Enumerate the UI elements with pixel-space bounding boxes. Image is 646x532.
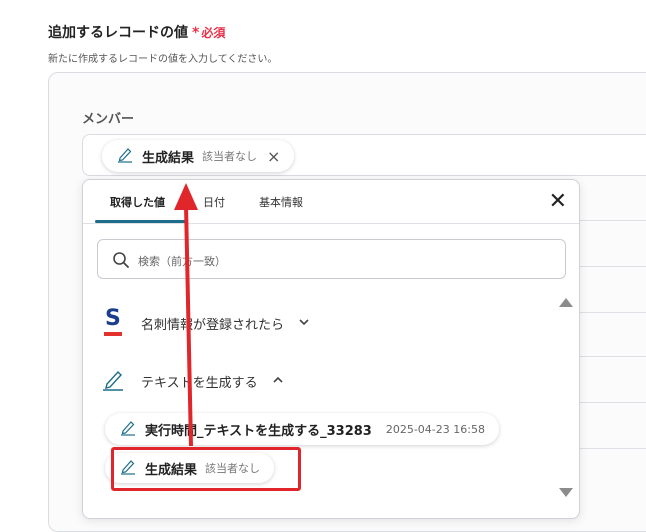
group-generate-text[interactable]: テキストを生成する bbox=[101, 366, 284, 396]
section-description: 新たに作成するレコードの値を入力してください。 bbox=[48, 54, 278, 65]
pen-icon bbox=[119, 418, 137, 440]
form-row-divider bbox=[580, 266, 646, 267]
required-star: * bbox=[192, 25, 200, 41]
tab-acquired-values[interactable]: 取得した値 bbox=[110, 194, 165, 210]
search-input[interactable]: 検索（前方一致） bbox=[97, 239, 566, 279]
close-icon[interactable]: ✕ bbox=[549, 191, 567, 213]
annotation-highlight-box bbox=[111, 447, 301, 491]
popup-scrollbar[interactable] bbox=[557, 298, 575, 498]
section-title-text: 追加するレコードの値 bbox=[48, 25, 188, 41]
popup-tabs: 取得した値 日付 基本情報 ✕ bbox=[83, 180, 579, 224]
active-tab-indicator bbox=[95, 220, 187, 223]
pen-icon bbox=[116, 145, 134, 167]
group-card-registered[interactable]: S 名刺情報が登録されたら bbox=[101, 306, 310, 337]
value-item-run-time[interactable]: 実行時間_テキストを生成する_33283 2025-04-23 16:58 bbox=[105, 413, 499, 445]
form-row-divider bbox=[580, 448, 646, 449]
section-title: 追加するレコードの値 * 必須 bbox=[48, 22, 225, 42]
value-item-label: 実行時間_テキストを生成する_33283 bbox=[145, 423, 372, 439]
tab-basic-info[interactable]: 基本情報 bbox=[259, 194, 303, 210]
chevron-up-icon bbox=[272, 374, 284, 389]
required-label: 必須 bbox=[201, 26, 226, 40]
scroll-down-icon[interactable] bbox=[559, 488, 573, 497]
member-field-label: メンバー bbox=[82, 112, 135, 127]
pen-icon bbox=[101, 366, 127, 396]
group-label: テキストを生成する bbox=[141, 375, 258, 391]
sansan-logo-icon: S bbox=[101, 306, 127, 337]
form-row-divider bbox=[580, 356, 646, 357]
form-row-divider bbox=[580, 402, 646, 403]
member-chip-label: 生成結果 bbox=[142, 150, 195, 166]
remove-chip-icon[interactable]: × bbox=[267, 147, 280, 166]
scroll-up-icon[interactable] bbox=[559, 298, 573, 307]
search-icon bbox=[112, 251, 130, 273]
form-row-divider bbox=[580, 312, 646, 313]
group-label: 名刺情報が登録されたら bbox=[141, 317, 285, 333]
member-value-chip[interactable]: 生成結果 該当者なし × bbox=[102, 140, 295, 172]
form-row-divider bbox=[580, 220, 646, 221]
chevron-down-icon bbox=[298, 316, 310, 331]
member-chip-status: 該当者なし bbox=[202, 150, 258, 163]
background-form-rows bbox=[580, 176, 646, 506]
tab-date[interactable]: 日付 bbox=[203, 194, 225, 210]
value-item-value: 2025-04-23 16:58 bbox=[385, 422, 485, 436]
search-placeholder: 検索（前方一致） bbox=[138, 255, 226, 268]
